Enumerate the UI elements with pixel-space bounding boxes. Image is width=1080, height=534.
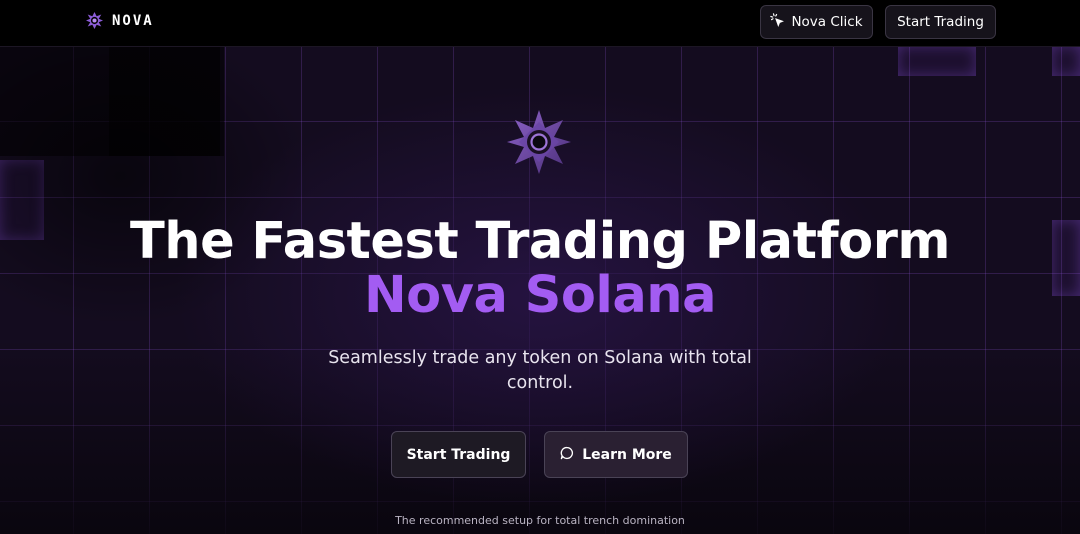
nova-star-logo <box>505 108 573 180</box>
hero-title: The Fastest Trading Platform <box>129 212 951 271</box>
learn-more-label: Learn More <box>582 446 672 463</box>
hero-subtitle: Nova Solana <box>363 266 717 325</box>
nova-click-label: Nova Click <box>791 14 863 30</box>
learn-more-button[interactable]: Learn More <box>544 431 688 478</box>
nova-click-button[interactable]: Nova Click <box>760 5 873 39</box>
cursor-click-icon <box>770 13 785 31</box>
hero-footnote: The recommended setup for total trench d… <box>395 514 685 527</box>
start-trading-button[interactable]: Start Trading <box>391 431 526 478</box>
nova-star-icon <box>86 12 103 29</box>
start-trading-label: Start Trading <box>406 446 511 463</box>
nav-start-trading-button[interactable]: Start Trading <box>885 5 996 39</box>
hero-tagline: Seamlessly trade any token on Solana wit… <box>328 348 752 393</box>
brand-name: NOVA <box>112 12 154 29</box>
brand[interactable]: NOVA <box>86 12 154 29</box>
top-nav: NOVA Nova Click Start Trading <box>0 0 1080 47</box>
chat-bubble-icon <box>560 446 574 464</box>
nav-start-trading-label: Start Trading <box>897 14 984 30</box>
